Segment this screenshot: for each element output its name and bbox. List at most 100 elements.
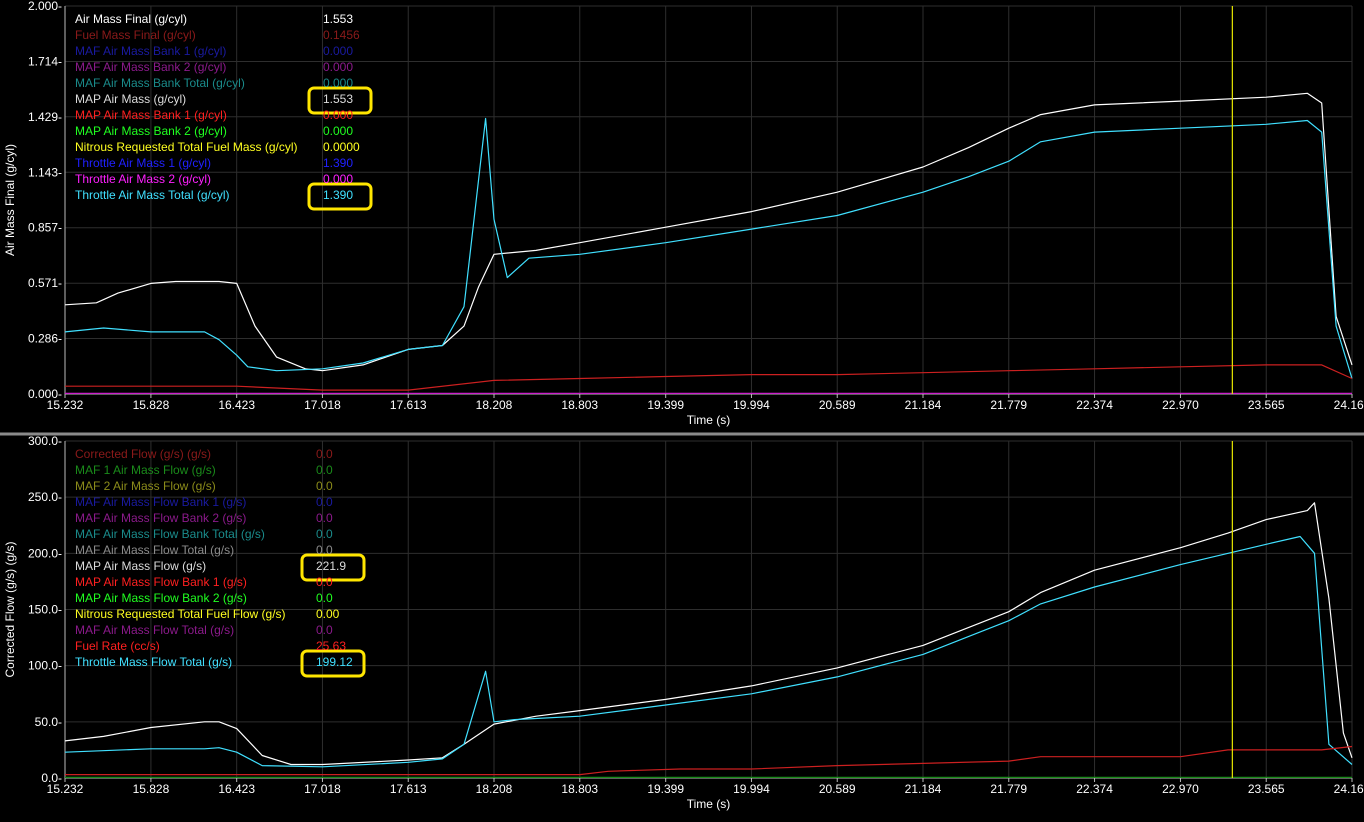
legend-value: 0.000 <box>323 108 354 122</box>
y-tick-label: 200.0- <box>28 546 62 560</box>
legend-label[interactable]: MAF 1 Air Mass Flow (g/s) <box>75 463 216 477</box>
x-tick-label: 16.423 <box>218 398 255 412</box>
series-line-1 <box>64 502 1353 766</box>
x-tick-label: 20.589 <box>819 782 856 796</box>
legend-value: 0.0 <box>316 543 333 557</box>
x-tick-label: 21.184 <box>905 782 942 796</box>
legend-value: 0.0 <box>316 479 333 493</box>
x-tick-label: 18.208 <box>476 782 513 796</box>
y-tick-label: 1.714- <box>28 54 62 68</box>
y-axis-title: Corrected Flow (g/s) (g/s) <box>3 541 17 677</box>
legend-label[interactable]: Air Mass Final (g/cyl) <box>75 12 187 26</box>
x-tick-label: 15.828 <box>133 782 170 796</box>
x-tick-label: 17.613 <box>390 782 427 796</box>
x-tick-label: 22.374 <box>1076 782 1113 796</box>
x-tick-label: 17.018 <box>304 398 341 412</box>
legend-label[interactable]: MAF Air Mass Bank 2 (g/cyl) <box>75 60 226 74</box>
legend-label[interactable]: MAF Air Mass Bank 1 (g/cyl) <box>75 44 226 58</box>
legend-label[interactable]: Corrected Flow (g/s) (g/s) <box>75 447 211 461</box>
legend-label[interactable]: MAP Air Mass Flow (g/s) <box>75 559 206 573</box>
y-tick-label: 1.429- <box>28 110 62 124</box>
legend-label[interactable]: Fuel Rate (cc/s) <box>75 639 160 653</box>
series-line-2 <box>64 535 1353 768</box>
series-line-2 <box>64 117 1353 379</box>
legend-label[interactable]: MAF Air Mass Bank Total (g/cyl) <box>75 76 245 90</box>
x-tick-label: 18.208 <box>476 398 513 412</box>
y-tick-label: 100.0- <box>28 659 62 673</box>
y-tick-label: 0.000- <box>28 387 62 401</box>
x-tick-label: 20.589 <box>819 398 856 412</box>
y-tick-label: 50.0- <box>35 715 62 729</box>
legend-value: 1.553 <box>323 12 354 26</box>
legend-value: 1.553 <box>323 92 354 106</box>
y-tick-label: 0.571- <box>28 276 62 290</box>
y-tick-label: 2.000- <box>28 0 62 13</box>
legend-label[interactable]: Nitrous Requested Total Fuel Mass (g/cyl… <box>75 140 298 154</box>
legend-label[interactable]: MAP Air Mass Bank 2 (g/cyl) <box>75 124 227 138</box>
legend-label[interactable]: MAP Air Mass Flow Bank 2 (g/s) <box>75 591 247 605</box>
x-axis-title: Time (s) <box>687 413 731 427</box>
legend-label[interactable]: Throttle Mass Flow Total (g/s) <box>75 655 232 669</box>
x-tick-label: 22.970 <box>1162 782 1199 796</box>
legend-value: 199.12 <box>316 655 353 669</box>
legend-label[interactable]: Throttle Air Mass Total (g/cyl) <box>75 188 230 202</box>
y-tick-label: 0.286- <box>28 332 62 346</box>
legend-value: 0.0 <box>316 591 333 605</box>
x-tick-label: 18.803 <box>561 782 598 796</box>
chart-canvas[interactable]: 15.232 15.828 16.423 17.018 17.613 18.208 18.8… <box>0 0 1364 817</box>
legend-label[interactable]: Throttle Air Mass 2 (g/cyl) <box>75 172 211 186</box>
legend-value: 0.0000 <box>323 140 360 154</box>
y-tick-label: 300.0- <box>28 434 62 448</box>
x-tick-label: 23.565 <box>1248 782 1285 796</box>
legend-value: 0.000 <box>323 44 354 58</box>
legend-value: 0.1456 <box>323 28 360 42</box>
x-tick-label: 17.613 <box>390 398 427 412</box>
y-tick-label: 150.0- <box>28 603 62 617</box>
x-tick-label: 19.399 <box>647 398 684 412</box>
x-tick-label: 19.399 <box>647 782 684 796</box>
legend-value: 221.9 <box>316 559 347 573</box>
legend-label[interactable]: MAF Air Mass Flow Total (g/s) <box>75 623 234 637</box>
legend-label[interactable]: MAF Air Mass Flow Bank 1 (g/s) <box>75 495 246 509</box>
legend-label[interactable]: MAP Air Mass (g/cyl) <box>75 92 186 106</box>
legend-label[interactable]: Throttle Air Mass 1 (g/cyl) <box>75 156 211 170</box>
legend-value: 0.000 <box>323 172 354 186</box>
x-tick-label: 21.779 <box>990 398 1027 412</box>
x-tick-label: 18.803 <box>561 398 598 412</box>
legend-label[interactable]: MAF 2 Air Mass Flow (g/s) <box>75 479 216 493</box>
x-tick-label: 19.994 <box>733 398 770 412</box>
legend-label[interactable]: MAP Air Mass Flow Bank 1 (g/s) <box>75 575 247 589</box>
series-line-1 <box>64 92 1353 372</box>
x-tick-label: 24.160 <box>1334 782 1364 796</box>
legend-value: 0.000 <box>323 124 354 138</box>
legend-value: 0.0 <box>316 623 333 637</box>
x-tick-label: 15.828 <box>133 398 170 412</box>
x-tick-label: 17.018 <box>304 782 341 796</box>
legend-label[interactable]: MAF Air Mass Flow Bank 2 (g/s) <box>75 511 246 525</box>
y-tick-label: 0.0- <box>41 771 62 785</box>
y-axis-title: Air Mass Final (g/cyl) <box>3 144 17 256</box>
x-tick-label: 22.374 <box>1076 398 1113 412</box>
legend-label[interactable]: MAF Air Mass Flow Total (g/s) <box>75 543 234 557</box>
legend-value: 0.000 <box>323 60 354 74</box>
legend-value: 0.0 <box>316 575 333 589</box>
legend-value: 0.0 <box>316 511 333 525</box>
x-tick-label: 21.184 <box>905 398 942 412</box>
legend-value: 0.000 <box>323 76 354 90</box>
legend-label[interactable]: Fuel Mass Final (g/cyl) <box>75 28 196 42</box>
legend-value: 0.0 <box>316 495 333 509</box>
legend-label[interactable]: Nitrous Requested Total Fuel Flow (g/s) <box>75 607 286 621</box>
x-tick-label: 22.970 <box>1162 398 1199 412</box>
legend-value: 1.390 <box>323 188 354 202</box>
legend-value: 0.0 <box>316 447 333 461</box>
x-tick-label: 16.423 <box>218 782 255 796</box>
legend-value: 25.63 <box>316 639 347 653</box>
y-tick-label: 0.857- <box>28 221 62 235</box>
legend-value: 0.0 <box>316 527 333 541</box>
x-tick-label: 24.160 <box>1334 398 1364 412</box>
datalog-viewer: 15.232 15.828 16.423 17.018 17.613 18.208 18.8… <box>0 0 1364 817</box>
legend-label[interactable]: MAF Air Mass Flow Bank Total (g/s) <box>75 527 265 541</box>
legend-label[interactable]: MAP Air Mass Bank 1 (g/cyl) <box>75 108 227 122</box>
x-tick-label: 19.994 <box>733 782 770 796</box>
y-tick-label: 250.0- <box>28 490 62 504</box>
